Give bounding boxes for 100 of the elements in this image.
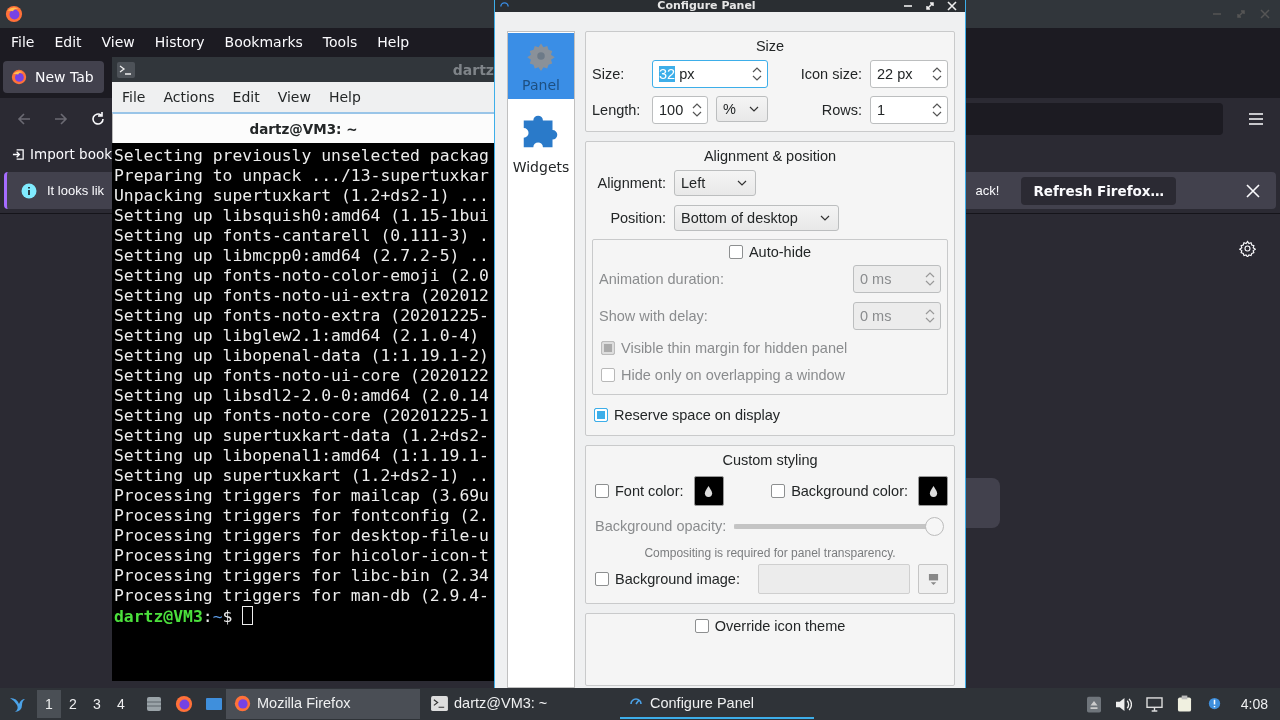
desktop-switch[interactable]: 4 [109, 690, 133, 718]
rows-spinbox[interactable]: 1 [870, 96, 948, 124]
clock[interactable]: 4:08 [1240, 696, 1268, 712]
menu-item[interactable]: History [154, 33, 205, 50]
network-icon[interactable] [1145, 696, 1163, 712]
field-label: Icon size: [799, 66, 863, 82]
terminal-line: Selecting previously unselected packag [114, 146, 490, 166]
terminal-line: Processing triggers for mailcap (3.69u [114, 486, 490, 506]
forward-icon[interactable] [53, 111, 69, 127]
image-picker-button[interactable] [918, 564, 948, 594]
back-icon[interactable] [16, 111, 32, 127]
color-swatch-button[interactable] [693, 476, 724, 506]
spin-arrows-icon [932, 66, 942, 82]
terminal-tab[interactable]: dartz@VM3: ~ [112, 112, 494, 143]
hint-text: Compositing is required for panel transparency. [643, 545, 897, 562]
eject-icon[interactable] [1086, 695, 1101, 713]
menu-item[interactable]: Actions [163, 89, 215, 105]
task-button[interactable]: Mozilla Firefox [226, 689, 420, 719]
browser-tab[interactable]: New Tab [3, 60, 104, 93]
spin-arrows-icon [925, 270, 935, 287]
group-title: Alignment & position [702, 147, 838, 166]
notification-text: ack! [975, 183, 1000, 198]
menu-item[interactable]: File [11, 33, 35, 50]
show-desktop-icon[interactable] [205, 695, 223, 713]
terminal-line: Setting up libsquish0:amd64 (1.15-1bui [114, 206, 490, 226]
desktop-switch[interactable]: 1 [37, 690, 61, 718]
browser-logo-icon[interactable] [175, 695, 193, 713]
color-swatch-button[interactable] [918, 476, 948, 506]
background-image-checkbox[interactable]: Background image: [595, 571, 740, 587]
alignment-dropdown[interactable]: Left [674, 170, 756, 196]
menu-item[interactable]: View [277, 89, 311, 105]
settings-icon[interactable] [1239, 240, 1256, 257]
position-dropdown[interactable]: Bottom of desktop [674, 205, 839, 231]
spin-arrows-icon [692, 102, 702, 118]
image-path-field[interactable] [758, 564, 910, 594]
page-item[interactable]: Widgets [508, 99, 574, 181]
menu-item[interactable]: View [101, 33, 135, 50]
group-title: Size [754, 37, 786, 56]
chevron-icon [737, 180, 747, 186]
import-icon [12, 147, 25, 161]
notification-text: It looks lik [47, 183, 105, 198]
gear-icon [526, 41, 556, 71]
terminal-line: Setting up libmcpp0:amd64 (2.7.2-5) .. [114, 246, 490, 266]
menu-item[interactable]: Edit [232, 89, 260, 105]
terminal-line: Processing triggers for desktop-file-u [114, 526, 490, 546]
maximize-icon[interactable] [925, 1, 935, 11]
clipboard-icon[interactable] [1176, 695, 1192, 713]
bookmark-link[interactable]: Import book [12, 146, 112, 162]
terminal-line: Setting up supertuxkart (1.2+ds2-1) .. [114, 466, 490, 486]
menu-item[interactable]: Edit [54, 33, 82, 50]
menu-item[interactable]: Bookmarks [224, 33, 303, 50]
desktop-switch[interactable]: 3 [85, 690, 109, 718]
desktop-switch[interactable]: 2 [61, 690, 85, 718]
unit-dropdown[interactable]: % [716, 96, 768, 122]
browser-logo-icon [11, 68, 27, 85]
terminal-icon [431, 695, 448, 711]
menu-item[interactable]: Tools [322, 33, 358, 50]
browser-logo-icon [234, 694, 251, 712]
field-label: Position: [609, 210, 667, 226]
task-button[interactable]: dartz@VM3: ~ [423, 689, 617, 719]
background-color-checkbox[interactable]: Background color: [771, 483, 908, 499]
terminal-line: Setting up libopenal-data (1:1.19.1-2) [114, 346, 490, 366]
image-icon [927, 572, 939, 586]
group-title: Custom styling [721, 451, 819, 470]
refresh-button[interactable]: Refresh Firefox… [1021, 176, 1176, 205]
terminal-line: Setting up libsdl2-2.0-0:amd64 (2.0.14 [114, 386, 490, 406]
font-color-checkbox[interactable]: Font color: [595, 483, 684, 499]
terminal-line: Processing triggers for man-db (2.9.4- [114, 586, 490, 606]
menu-icon[interactable] [1248, 112, 1264, 126]
menu-item[interactable]: File [122, 89, 146, 105]
browser-logo-icon [5, 5, 23, 23]
drop-icon [928, 484, 938, 498]
chevron-icon [749, 106, 759, 112]
terminal-line: Setting up supertuxkart-data (1.2+ds2- [114, 426, 490, 446]
terminal-line: Setting up fonts-noto-ui-extra (202012 [114, 286, 490, 306]
terminal-line: Setting up fonts-noto-extra (20201225- [114, 306, 490, 326]
terminal-line: Processing triggers for hicolor-icon-t [114, 546, 490, 566]
terminal-line: Setting up fonts-noto-ui-core (2020122 [114, 366, 490, 386]
file-manager-icon[interactable] [145, 695, 163, 713]
reload-icon[interactable] [90, 111, 106, 127]
length-spinbox[interactable]: 100 [652, 96, 708, 124]
menu-item[interactable]: Help [328, 89, 361, 105]
size-spinbox[interactable]: 32 px [652, 60, 768, 88]
terminal-line: Processing triggers for libc-bin (2.34 [114, 566, 490, 586]
override-icon-theme-checkbox[interactable]: Override icon theme [694, 618, 846, 634]
task-button[interactable]: Configure Panel [620, 689, 814, 719]
menu-item[interactable]: Help [377, 33, 410, 50]
terminal-line: Setting up fonts-noto-color-emoji (2.0 [114, 266, 490, 286]
auto-hide-checkbox[interactable]: Auto-hide [728, 244, 812, 260]
icon-size-spinbox[interactable]: 22 px [870, 60, 948, 88]
drop-icon [704, 484, 713, 498]
terminal-icon [117, 61, 135, 78]
reserve-space-checkbox[interactable]: Reserve space on display [592, 401, 948, 428]
terminal-line: Unpacking supertuxkart (1.2+ds2-1) ... [114, 186, 490, 206]
volume-icon[interactable] [1114, 696, 1132, 712]
window-title: dartz [452, 61, 494, 78]
terminal-line: Setting up fonts-noto-core (20201225-1 [114, 406, 490, 426]
field-label: Background opacity: [595, 518, 727, 534]
field-label: Animation duration: [599, 270, 724, 287]
field-label: Alignment: [596, 175, 667, 191]
